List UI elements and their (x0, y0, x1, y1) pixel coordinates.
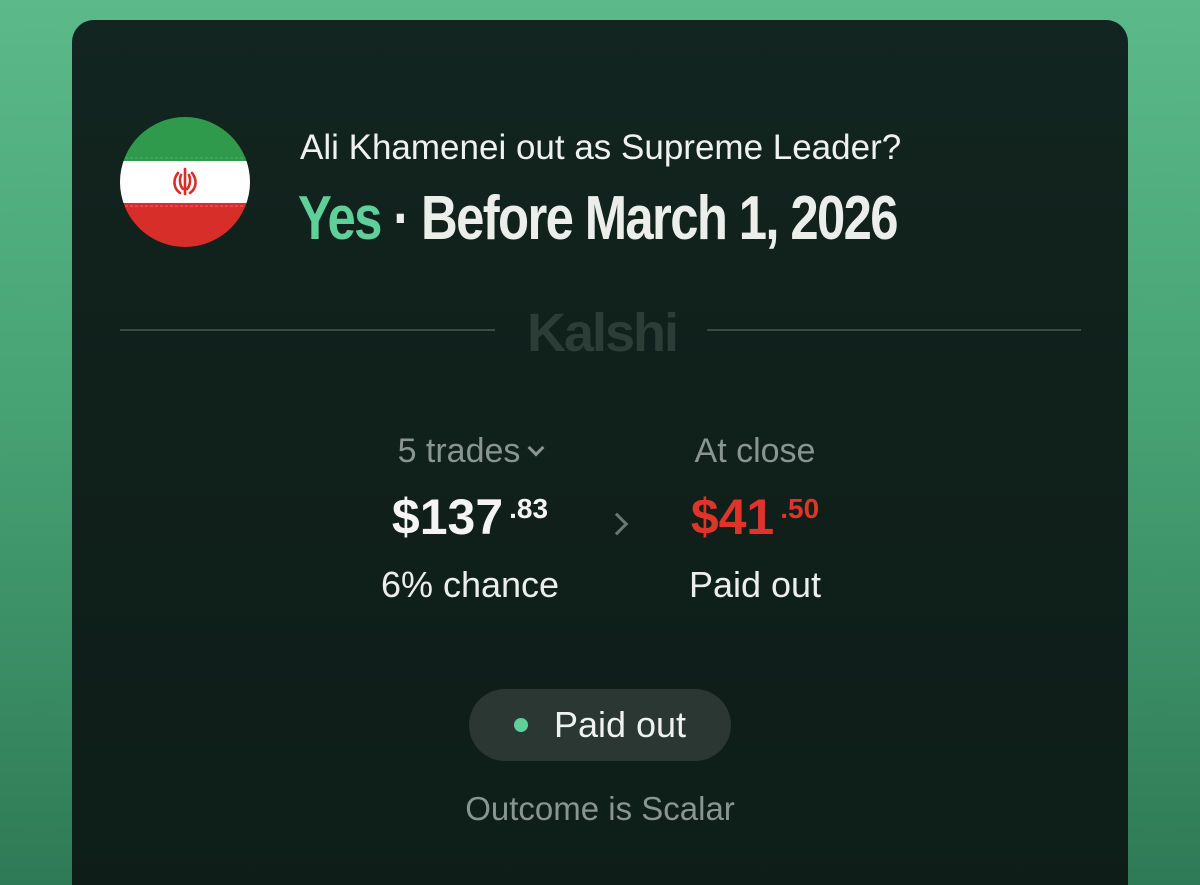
payout-amount-cents: .50 (780, 493, 820, 524)
cost-amount-main: $137 (391, 489, 504, 545)
trades-dropdown[interactable]: 5 trades (360, 432, 580, 482)
chevron-down-icon (527, 439, 545, 457)
iran-flag-icon (120, 117, 250, 247)
cost-amount: $137.83 (360, 488, 580, 558)
divider-right (707, 329, 1081, 331)
separator-dot: · (393, 184, 410, 253)
cost-amount-cents: .83 (509, 493, 549, 524)
market-question: Ali Khamenei out as Supreme Leader? (300, 128, 902, 167)
trades-label: 5 trades (397, 432, 521, 470)
payout-amount-main: $41 (690, 489, 775, 545)
trades-column: 5 trades $137.83 6% chance (360, 432, 580, 606)
status-badge-text: Paid out (553, 704, 687, 745)
position-card: Ali Khamenei out as Supreme Leader? Yes … (72, 20, 1128, 885)
chance-text: 6% chance (380, 564, 560, 605)
kalshi-logo: Kalshi (526, 303, 679, 363)
chevron-right-icon (605, 512, 629, 536)
side-label: Yes (298, 184, 382, 253)
market-headline: Yes · Before March 1, 2026 (298, 183, 899, 254)
payout-status-text: Paid out (688, 564, 822, 605)
status-badge: Paid out (469, 689, 731, 761)
outcome-text: Outcome is Scalar (465, 790, 735, 827)
divider-left (120, 329, 495, 331)
close-column: At close $41.50 Paid out (660, 432, 850, 606)
outcome-label: Before March 1, 2026 (421, 184, 898, 253)
status-dot-icon (513, 718, 528, 732)
payout-amount: $41.50 (660, 488, 850, 558)
close-label: At close (694, 432, 816, 470)
